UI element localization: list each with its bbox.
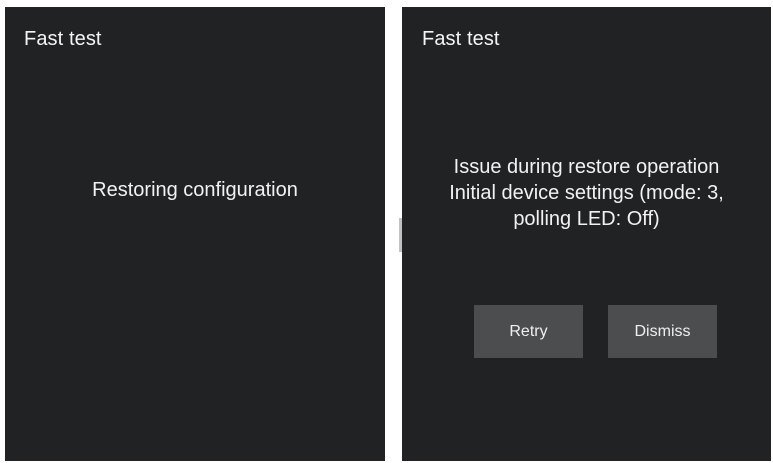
app-title: Fast test xyxy=(24,28,102,50)
app-title: Fast test xyxy=(422,28,500,50)
error-message-line: Initial device settings (mode: 3, xyxy=(449,182,724,204)
screenshot-stage: Fast test Restoring configuration Fast t… xyxy=(0,0,773,463)
device-screen-restoring: Fast test Restoring configuration xyxy=(5,7,385,461)
error-message-line: Issue during restore operation xyxy=(453,156,720,178)
error-message-line: polling LED: Off) xyxy=(513,208,660,230)
error-message: Issue during restore operation Initial d… xyxy=(410,154,763,232)
retry-button[interactable]: Retry xyxy=(474,305,583,358)
dismiss-button[interactable]: Dismiss xyxy=(608,305,717,358)
device-screen-error: Fast test Issue during restore operation… xyxy=(402,7,771,461)
restoring-status-text: Restoring configuration xyxy=(92,179,298,201)
